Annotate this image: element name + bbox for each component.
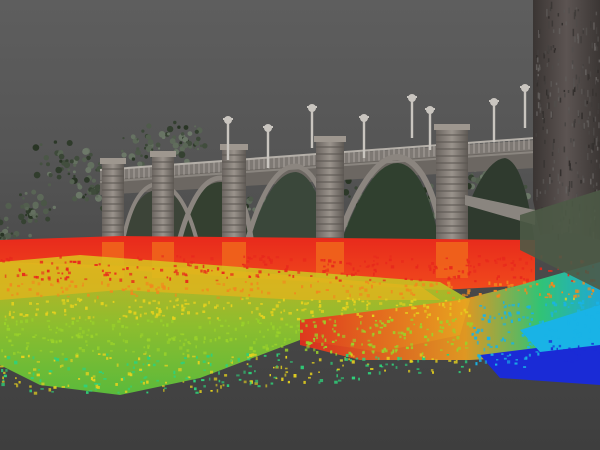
bridge-structure [99, 84, 536, 247]
point-cloud-viewport[interactable] [0, 0, 600, 450]
point-cloud-scene [0, 0, 600, 395]
